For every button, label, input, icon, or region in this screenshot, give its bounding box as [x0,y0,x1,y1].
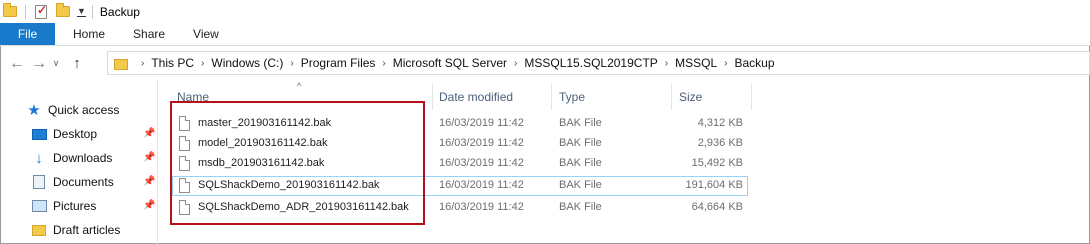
column-divider[interactable] [751,84,752,110]
file-date: 16/03/2019 11:42 [439,137,524,149]
file-size: 4,312 KB [697,117,743,129]
file-date: 16/03/2019 11:42 [439,179,524,191]
sidebar-item-documents[interactable]: Documents 📌 [0,171,157,193]
sidebar-item-label: Draft articles [53,223,121,237]
file-size: 15,492 KB [691,157,743,169]
tab-view[interactable]: View [179,23,233,45]
pin-icon[interactable]: 📌 [143,200,155,211]
sidebar-item-label: Pictures [53,199,97,213]
folder-icon [31,223,47,237]
breadcrumb-program-files[interactable]: Program Files [301,56,376,70]
pin-icon[interactable]: 📌 [143,176,155,187]
title-bar: ▼ Backup [0,0,1090,23]
sidebar-item-label: Downloads [53,151,113,165]
chevron-right-icon[interactable]: › [514,58,517,69]
star-icon: ★ [27,102,41,119]
pin-icon[interactable]: 📌 [143,128,155,139]
column-header-type[interactable]: Type [559,87,585,107]
breadcrumb-mssql15[interactable]: MSSQL15.SQL2019CTP [524,56,657,70]
breadcrumb-windows-c[interactable]: Windows (C:) [211,56,283,70]
ribbon-tabs: File Home Share View [0,23,1090,46]
breadcrumb-microsoft-sql-server[interactable]: Microsoft SQL Server [393,56,507,70]
folder-icon [114,58,128,70]
sidebar-item-quick-access[interactable]: ★ Quick access [0,99,157,121]
tab-home[interactable]: Home [59,23,119,45]
breadcrumb-this-pc[interactable]: This PC [151,56,194,70]
chevron-right-icon[interactable]: › [665,58,668,69]
sidebar-item-draft-articles[interactable]: Draft articles [0,219,157,241]
chevron-right-icon[interactable]: › [141,58,144,69]
highlight-annotation-box [170,101,425,225]
sort-ascending-icon: ^ [297,81,302,91]
pictures-icon [31,199,47,213]
sidebar-item-downloads[interactable]: ↓ Downloads 📌 [0,147,157,169]
file-date: 16/03/2019 11:42 [439,201,524,213]
file-type: BAK File [559,117,602,129]
address-bar[interactable]: › This PC › Windows (C:) › Program Files… [107,51,1090,75]
documents-icon [31,175,47,189]
recent-locations-chevron-icon[interactable]: ∨ [50,53,62,75]
download-icon: ↓ [35,149,43,167]
chevron-right-icon[interactable]: › [724,58,727,69]
file-size: 64,664 KB [691,201,743,213]
tab-file[interactable]: File [0,23,55,45]
navigation-pane: ★ Quick access Desktop 📌 ↓ Downloads 📌 D… [0,80,158,244]
sidebar-item-desktop[interactable]: Desktop 📌 [0,123,157,145]
new-folder-icon[interactable] [55,3,71,20]
file-date: 16/03/2019 11:42 [439,157,524,169]
sidebar-item-pictures[interactable]: Pictures 📌 [0,195,157,217]
file-date: 16/03/2019 11:42 [439,117,524,129]
navigation-bar: ← → ∨ ↑ › This PC › Windows (C:) › Progr… [0,47,1090,80]
breadcrumb-mssql[interactable]: MSSQL [675,56,717,70]
file-type: BAK File [559,137,602,149]
pin-icon[interactable]: 📌 [143,152,155,163]
window-title: Backup [99,4,140,19]
forward-arrow-icon[interactable]: → [28,53,50,75]
chevron-right-icon[interactable]: › [290,58,293,69]
divider [25,4,26,19]
up-arrow-icon[interactable]: ↑ [66,53,88,75]
column-header-size[interactable]: Size [679,87,702,107]
folder-icon [2,3,18,20]
column-divider[interactable] [671,84,672,110]
file-type: BAK File [559,201,602,213]
quick-access-dropdown-icon[interactable]: ▼ [77,6,86,17]
desktop-icon [31,127,47,141]
sidebar-item-label: Documents [53,175,114,189]
column-divider[interactable] [551,84,552,110]
properties-icon[interactable] [33,3,49,20]
file-type: BAK File [559,179,602,191]
chevron-right-icon[interactable]: › [201,58,204,69]
tab-share[interactable]: Share [119,23,179,45]
chevron-right-icon[interactable]: › [382,58,385,69]
sidebar-item-label: Quick access [48,103,120,117]
file-size: 2,936 KB [697,137,743,149]
file-size: 191,604 KB [685,179,744,191]
column-divider[interactable] [432,84,433,110]
sidebar-item-label: Desktop [53,127,98,141]
breadcrumb-backup[interactable]: Backup [734,56,774,70]
back-arrow-icon[interactable]: ← [6,53,28,75]
divider [91,4,93,19]
file-type: BAK File [559,157,602,169]
column-header-date-modified[interactable]: Date modified [439,87,513,107]
